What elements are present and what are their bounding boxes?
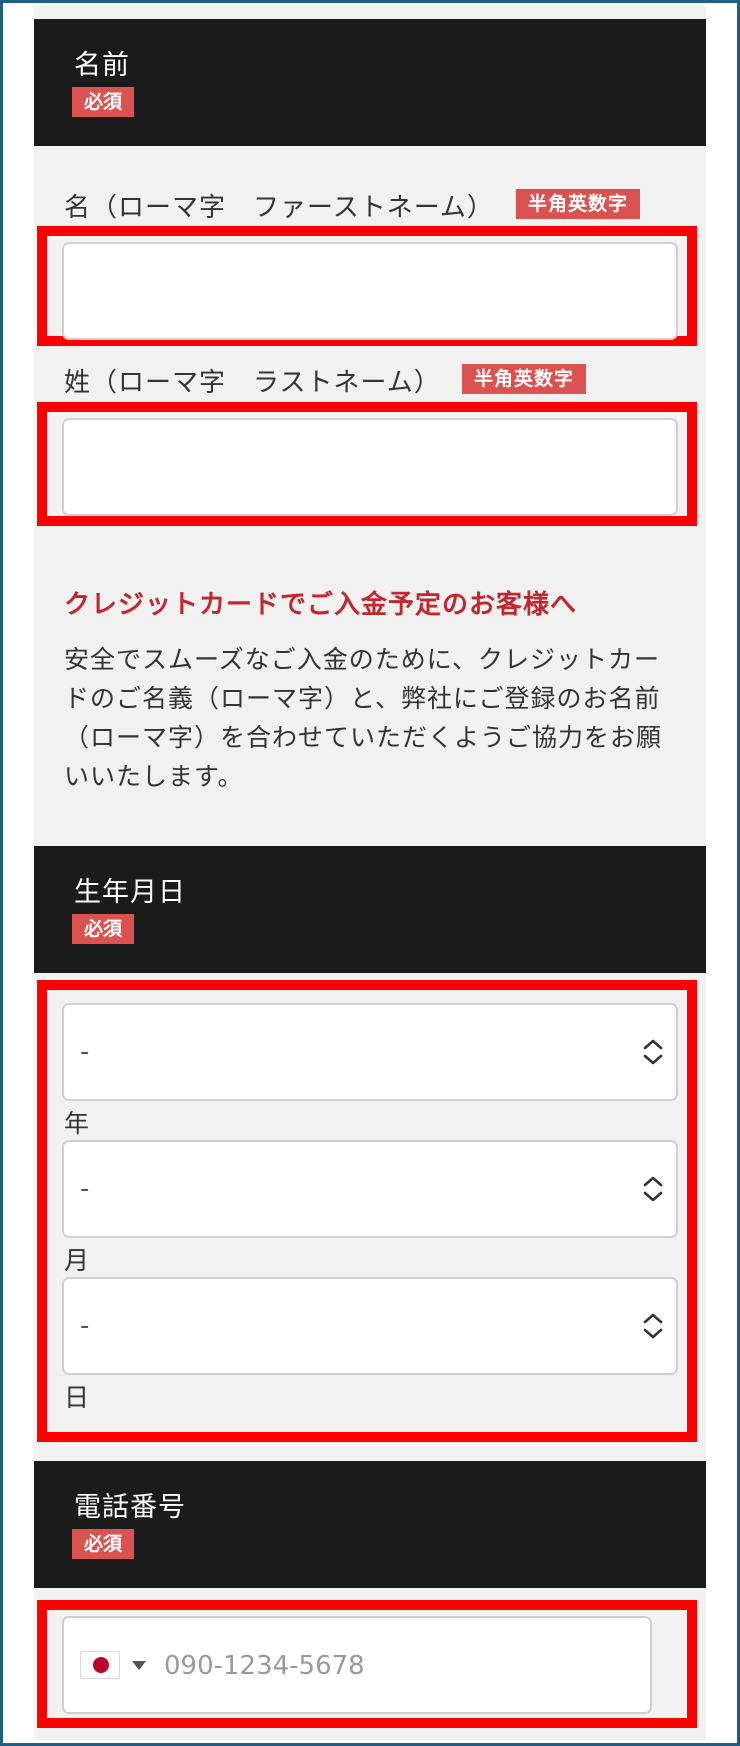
month-select[interactable]: - (62, 1140, 678, 1238)
half-width-badge: 半角英数字 (462, 364, 587, 394)
credit-card-notice-body: 安全でスムーズなご入金のために、クレジットカードのご名義（ローマ字）と、弊社にご… (64, 645, 663, 791)
japan-flag-icon[interactable] (80, 1651, 120, 1679)
month-select-value: - (80, 1174, 90, 1204)
phone-input-container (62, 1616, 652, 1714)
first-name-label: 名（ローマ字 ファーストネーム） 半角英数字 (64, 187, 641, 224)
phone-section-title: 電話番号 (74, 1492, 186, 1523)
phone-section-header: 電話番号 必須 (34, 1461, 706, 1588)
year-select[interactable]: - (62, 1003, 678, 1101)
chevron-up-down-icon (643, 1176, 663, 1202)
phone-number-input[interactable] (164, 1646, 634, 1686)
last-name-label-text: 姓（ローマ字 ラストネーム） (64, 368, 441, 398)
required-badge: 必須 (72, 914, 135, 944)
day-select-value: - (80, 1311, 90, 1341)
name-section-header: 名前 必須 (34, 19, 706, 146)
name-section-title: 名前 (74, 50, 130, 81)
chevron-up-down-icon (643, 1313, 663, 1339)
flag-sun (93, 1657, 109, 1673)
day-select[interactable]: - (62, 1277, 678, 1375)
first-name-label-text: 名（ローマ字 ファーストネーム） (64, 193, 494, 223)
required-badge: 必須 (72, 1529, 135, 1559)
day-label: 日 (64, 1383, 90, 1412)
month-label: 月 (64, 1246, 90, 1275)
last-name-label: 姓（ローマ字 ラストネーム） 半角英数字 (64, 362, 587, 399)
year-select-value: - (80, 1037, 90, 1067)
caret-down-icon[interactable] (132, 1661, 146, 1670)
last-name-input[interactable] (62, 418, 678, 516)
year-label: 年 (64, 1109, 90, 1138)
birthdate-section-title: 生年月日 (74, 877, 186, 908)
chevron-up-down-icon (643, 1039, 663, 1065)
first-name-input[interactable] (62, 242, 678, 340)
credit-card-notice-title: クレジットカードでご入金予定のお客様へ (64, 590, 578, 620)
required-badge: 必須 (72, 87, 135, 117)
birthdate-section-header: 生年月日 必須 (34, 846, 706, 973)
half-width-badge: 半角英数字 (516, 189, 641, 219)
